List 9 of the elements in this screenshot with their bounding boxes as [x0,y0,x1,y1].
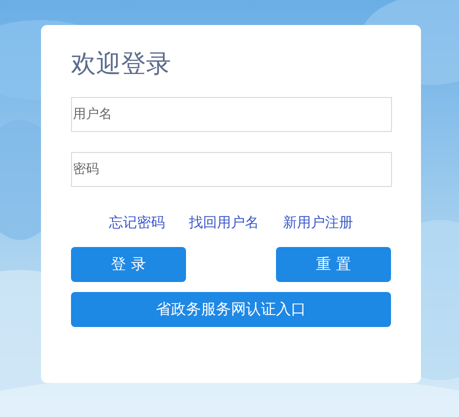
reset-button[interactable]: 重 置 [276,247,391,282]
login-button[interactable]: 登 录 [71,247,186,282]
link[interactable]: 忘记密码 [109,214,165,232]
link[interactable]: 找回用户名 [189,214,259,232]
login-title: 欢迎登录 [71,48,172,80]
input-field[interactable]: 密码 [71,152,392,187]
portal-login-button[interactable]: 省政务服务网认证入口 [71,292,391,327]
input-field[interactable]: 用户名 [71,97,392,132]
link[interactable]: 新用户注册 [283,214,353,232]
